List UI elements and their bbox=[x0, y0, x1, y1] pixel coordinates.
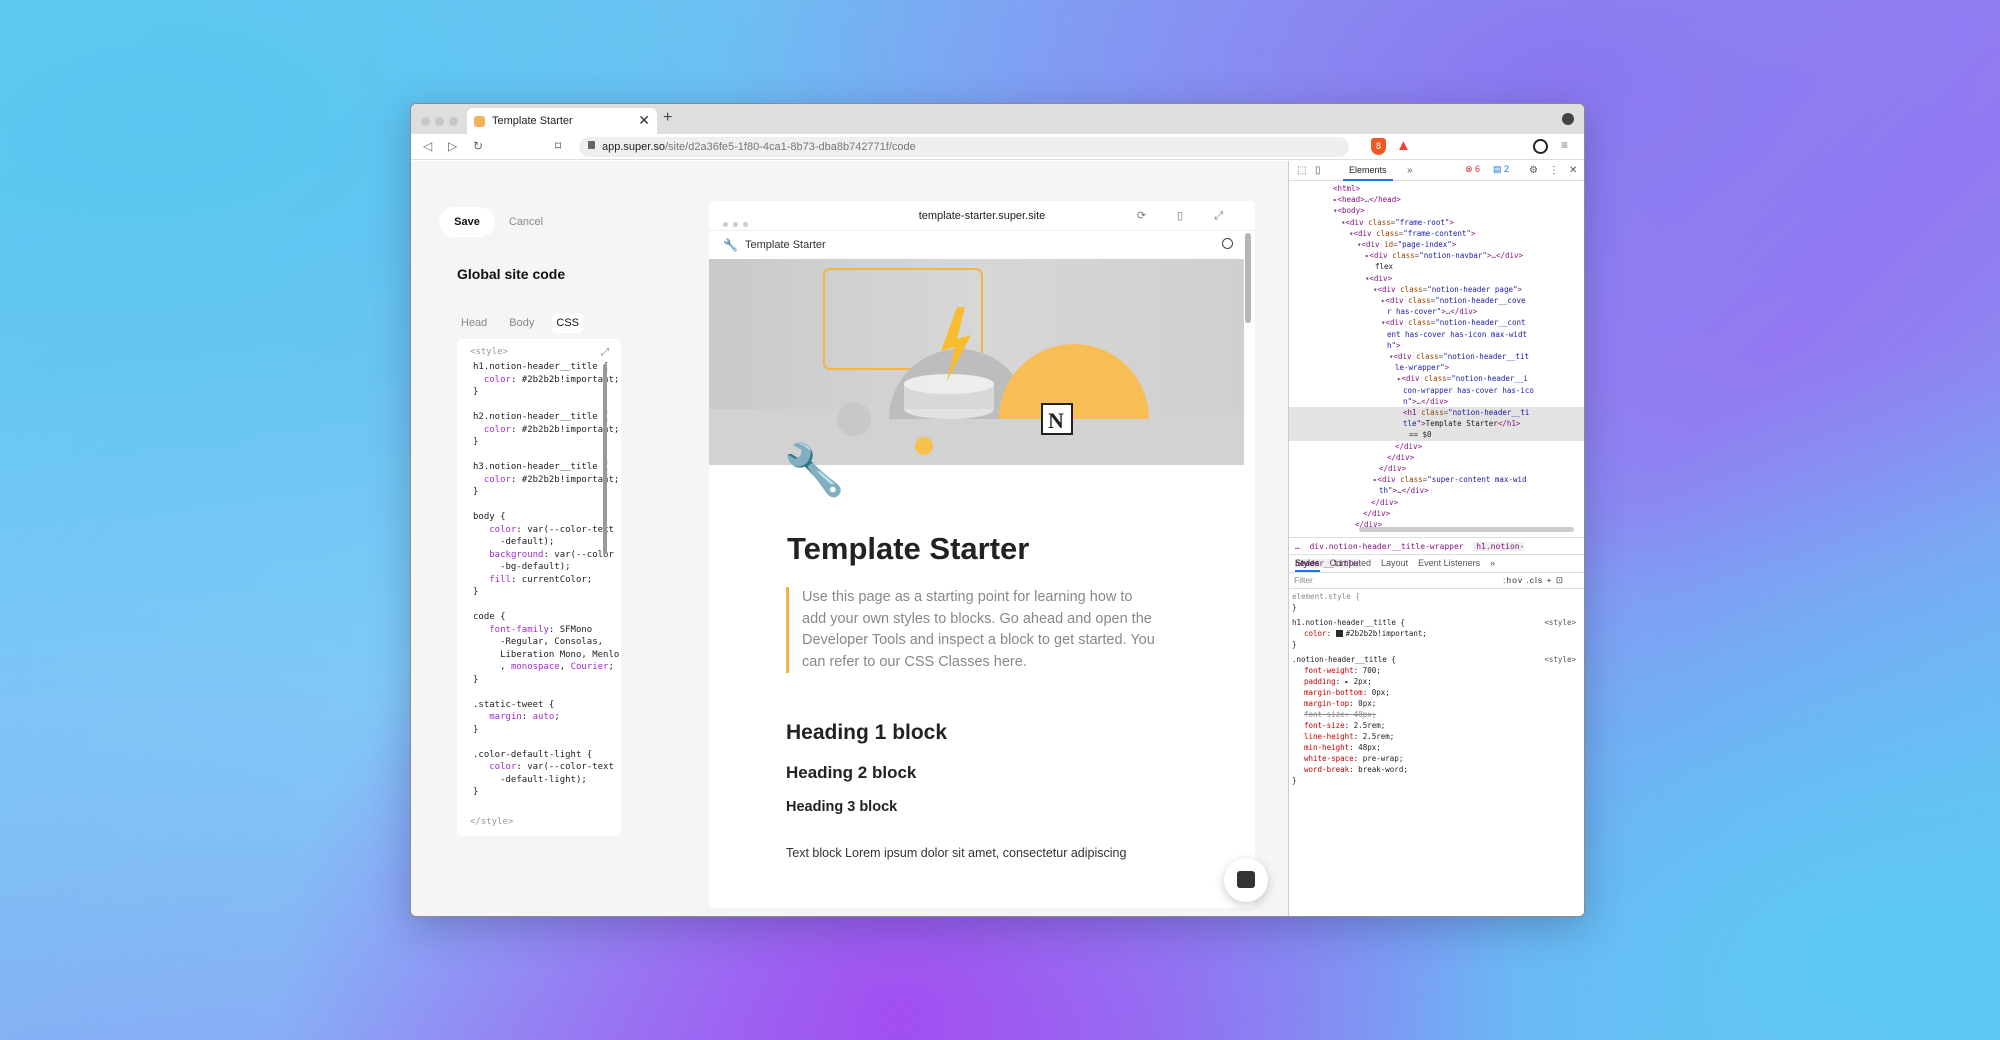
app-content: Save Cancel Global site code Head Body CSS… bbox=[411, 161, 1288, 916]
url-text: app.super.so/site/d2a36fe5-1f80-4ca1-8b7… bbox=[602, 141, 916, 153]
search-icon[interactable] bbox=[1222, 238, 1233, 249]
preview-site-name[interactable]: Template Starter bbox=[745, 239, 826, 251]
inspect-icon[interactable]: ⬚ bbox=[1297, 165, 1306, 176]
more-style-tabs-icon[interactable]: » bbox=[1490, 558, 1495, 568]
close-icon[interactable]: ✕ bbox=[1569, 165, 1577, 176]
chat-icon bbox=[1237, 871, 1255, 888]
styles-tabs: Styles Computed Layout Event Listeners » bbox=[1289, 555, 1584, 573]
code-close-tag: </style> bbox=[470, 817, 514, 827]
cancel-button[interactable]: Cancel bbox=[501, 207, 551, 237]
tab-bar: Template Starter ✕ + bbox=[411, 104, 1584, 134]
favicon-icon bbox=[474, 116, 485, 127]
preview-titlebar: template-starter.super.site ⟳ ▯ ⤢ bbox=[709, 201, 1255, 231]
error-count[interactable]: ⊗ 6 bbox=[1465, 164, 1480, 175]
preview-scrollbar[interactable] bbox=[1245, 233, 1251, 323]
reload-icon[interactable]: ↻ bbox=[473, 139, 483, 153]
tab-body[interactable]: Body bbox=[505, 313, 538, 333]
wrench-icon: 🔧 bbox=[723, 238, 738, 252]
code-scrollbar[interactable] bbox=[603, 364, 607, 554]
window-menu-icon[interactable] bbox=[1562, 113, 1574, 125]
page-title[interactable]: Template Starter bbox=[787, 531, 1029, 567]
heading-3-block: Heading 3 block bbox=[786, 799, 898, 815]
tab-styles[interactable]: Styles bbox=[1295, 558, 1320, 572]
text-block: Text block Lorem ipsum dolor sit amet, c… bbox=[786, 846, 1127, 860]
lock-icon bbox=[588, 141, 595, 149]
device-toolbar-icon[interactable]: ▯ bbox=[1315, 165, 1321, 176]
browser-toolbar: ◁ ▷ ↻ ⌑ app.super.so/site/d2a36fe5-1f80-… bbox=[411, 134, 1584, 160]
dom-tree[interactable]: <html> ▸<head>…</head> ▾<body> ▾<div cla… bbox=[1289, 183, 1584, 531]
styles-filter[interactable]: Filter :hov .cls + ⊡ bbox=[1289, 573, 1584, 589]
cover-image: N bbox=[709, 259, 1244, 465]
code-open-tag: <style> bbox=[470, 347, 508, 357]
expand-icon[interactable]: ⤢ bbox=[601, 347, 609, 358]
tab-head[interactable]: Head bbox=[457, 313, 491, 333]
shield-icon[interactable]: 8 bbox=[1371, 138, 1386, 155]
filter-tools[interactable]: :hov .cls + ⊡ bbox=[1503, 573, 1564, 588]
tab-layout[interactable]: Layout bbox=[1381, 558, 1408, 568]
browser-tab[interactable]: Template Starter ✕ bbox=[467, 108, 657, 134]
tab-computed[interactable]: Computed bbox=[1330, 558, 1372, 568]
breadcrumb-item[interactable]: div.notion-header__title-wrapper bbox=[1309, 542, 1463, 551]
code-tabs: Head Body CSS bbox=[457, 313, 597, 333]
code-text[interactable]: h1.notion-header__title { color: #2b2b2b… bbox=[473, 361, 619, 799]
devtools-panel: ⬚ ▯ Elements » ⊗ 6 ▤ 2 ⚙ ⋮ ✕ <html> ▸<he… bbox=[1288, 161, 1584, 916]
browser-window: Template Starter ✕ + ◁ ▷ ↻ ⌑ app.super.s… bbox=[410, 103, 1585, 917]
heading-1-block: Heading 1 block bbox=[786, 721, 948, 744]
page-wrench-icon: 🔧 bbox=[783, 442, 846, 498]
kebab-icon[interactable]: ⋮ bbox=[1549, 165, 1559, 176]
address-bar[interactable]: app.super.so/site/d2a36fe5-1f80-4ca1-8b7… bbox=[579, 137, 1349, 157]
forward-icon[interactable]: ▷ bbox=[448, 139, 457, 153]
bookmark-icon[interactable]: ⌑ bbox=[555, 139, 561, 153]
filter-input[interactable]: Filter bbox=[1294, 575, 1313, 585]
code-editor[interactable]: <style> ⤢ h1.notion-header__title { colo… bbox=[457, 339, 621, 836]
styles-pane[interactable]: element.style { } h1.notion-header__titl… bbox=[1289, 591, 1584, 786]
dom-breadcrumb: … div.notion-header__title-wrapper h1.no… bbox=[1289, 537, 1584, 568]
tab-event-listeners[interactable]: Event Listeners bbox=[1418, 558, 1480, 568]
site-preview: template-starter.super.site ⟳ ▯ ⤢ 🔧 Temp… bbox=[709, 201, 1255, 908]
dom-scrollbar[interactable] bbox=[1359, 527, 1574, 532]
menu-icon[interactable]: ≡ bbox=[1561, 138, 1568, 152]
tab-close-icon[interactable]: ✕ bbox=[638, 112, 650, 129]
rewards-icon[interactable]: ▲ bbox=[1396, 137, 1411, 154]
tab-elements[interactable]: Elements bbox=[1343, 161, 1393, 181]
profile-icon[interactable] bbox=[1533, 139, 1548, 154]
new-tab-button[interactable]: + bbox=[663, 109, 672, 127]
window-controls[interactable] bbox=[421, 113, 463, 131]
breadcrumb-more[interactable]: … bbox=[1295, 542, 1300, 551]
svg-text:N: N bbox=[1048, 408, 1064, 433]
chat-button[interactable] bbox=[1224, 858, 1268, 902]
more-tabs-icon[interactable]: » bbox=[1407, 165, 1413, 176]
cover-illustration: N bbox=[823, 268, 1149, 455]
save-button[interactable]: Save bbox=[439, 207, 495, 237]
heading-2-block: Heading 2 block bbox=[786, 763, 917, 782]
devtools-tabs: ⬚ ▯ Elements » ⊗ 6 ▤ 2 ⚙ ⋮ ✕ bbox=[1289, 161, 1584, 181]
back-icon[interactable]: ◁ bbox=[423, 139, 432, 153]
preview-navbar: 🔧 Template Starter bbox=[709, 231, 1255, 259]
tab-css[interactable]: CSS bbox=[552, 313, 583, 333]
section-title: Global site code bbox=[457, 266, 566, 282]
gear-icon[interactable]: ⚙ bbox=[1529, 165, 1538, 176]
quote-block: Use this page as a starting point for le… bbox=[786, 587, 1156, 673]
tab-title: Template Starter bbox=[492, 115, 573, 127]
message-count[interactable]: ▤ 2 bbox=[1493, 164, 1509, 175]
color-swatch[interactable] bbox=[1335, 630, 1343, 637]
preview-controls-icon[interactable]: ⟳ ▯ ⤢ bbox=[1137, 209, 1237, 223]
